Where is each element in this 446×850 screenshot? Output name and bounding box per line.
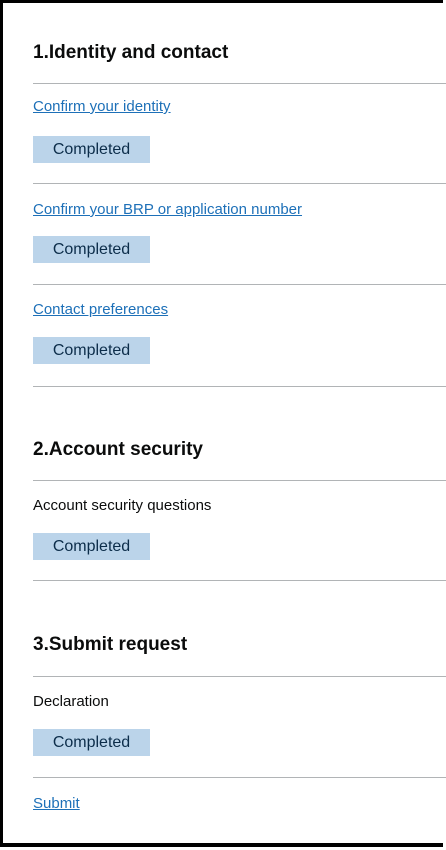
status-badge: Completed xyxy=(33,136,150,163)
confirm-identity-link[interactable]: Confirm your identity xyxy=(33,98,171,115)
status-badge: Completed xyxy=(33,729,150,756)
divider xyxy=(33,676,446,677)
submit-link[interactable]: Submit xyxy=(33,795,80,812)
divider xyxy=(33,480,446,481)
page-frame xyxy=(0,0,443,847)
account-security-questions-label: Account security questions xyxy=(33,497,212,514)
divider xyxy=(33,284,446,285)
status-badge: Completed xyxy=(33,236,150,263)
divider xyxy=(33,777,446,778)
section-heading-account-security: 2.Account security xyxy=(33,439,203,460)
section-heading-identity-contact: 1.Identity and contact xyxy=(33,42,229,63)
status-badge: Completed xyxy=(33,337,150,364)
divider xyxy=(33,386,446,387)
confirm-brp-link[interactable]: Confirm your BRP or application number xyxy=(33,201,302,218)
contact-preferences-link[interactable]: Contact preferences xyxy=(33,301,168,318)
section-heading-submit-request: 3.Submit request xyxy=(33,634,188,655)
declaration-label: Declaration xyxy=(33,693,109,710)
status-badge: Completed xyxy=(33,533,150,560)
divider xyxy=(33,580,446,581)
divider xyxy=(33,183,446,184)
divider xyxy=(33,83,446,84)
